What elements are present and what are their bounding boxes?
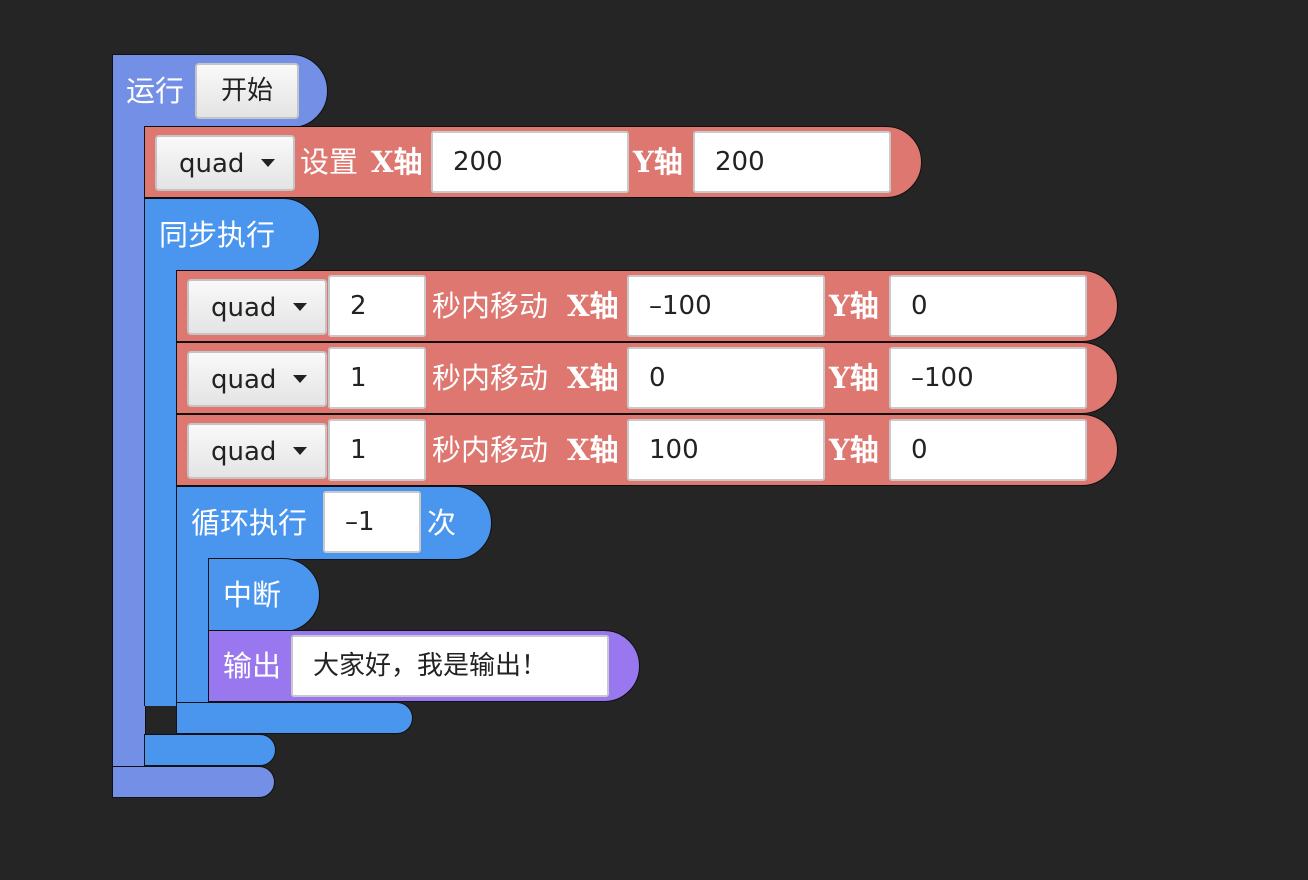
chevron-down-icon <box>261 159 275 167</box>
break-label: 中断 <box>223 578 282 612</box>
sprite-dropdown-value: quad <box>211 293 277 323</box>
loop-block-end <box>176 702 413 734</box>
x-value-input[interactable]: 100 <box>627 419 825 481</box>
parallel-block-end <box>144 734 276 766</box>
x-axis-label: X轴 <box>567 433 619 467</box>
sprite-dropdown[interactable]: quad <box>187 351 327 407</box>
loop-block-rail <box>176 558 210 704</box>
chevron-down-icon <box>293 303 307 311</box>
output-label: 输出 <box>223 649 282 683</box>
sprite-dropdown[interactable]: quad <box>187 279 327 335</box>
set-position-block[interactable]: quad 设置 X轴 200 Y轴 200 <box>144 126 922 198</box>
x-axis-label: X轴 <box>371 145 423 179</box>
x-axis-label: X轴 <box>567 361 619 395</box>
chevron-down-icon <box>293 447 307 455</box>
move-block[interactable]: quad 1 秒内移动 X轴 0 Y轴 –100 <box>176 342 1118 414</box>
break-block[interactable]: 中断 <box>208 558 320 632</box>
run-block-end <box>112 766 275 798</box>
y-value-input[interactable]: 0 <box>889 419 1087 481</box>
output-text-input[interactable]: 大家好，我是输出！ <box>291 635 609 697</box>
loop-count-input[interactable]: –1 <box>323 491 421 553</box>
chevron-down-icon <box>293 375 307 383</box>
parallel-block[interactable]: 同步执行 <box>144 198 320 272</box>
parallel-label: 同步执行 <box>159 218 276 252</box>
sprite-dropdown-value: quad <box>211 365 277 395</box>
set-label: 设置 <box>300 145 359 179</box>
loop-suffix-label: 次 <box>427 506 457 540</box>
move-label: 秒内移动 <box>432 289 549 323</box>
move-block[interactable]: quad 2 秒内移动 X轴 –100 Y轴 0 <box>176 270 1118 342</box>
y-axis-label: Y轴 <box>633 145 683 179</box>
y-axis-label: Y轴 <box>829 289 879 323</box>
run-label: 运行 <box>126 74 185 108</box>
y-value-input[interactable]: 0 <box>889 275 1087 337</box>
run-block-rail <box>112 126 146 768</box>
move-label: 秒内移动 <box>432 433 549 467</box>
x-axis-label: X轴 <box>567 289 619 323</box>
sprite-dropdown[interactable]: quad <box>155 135 295 191</box>
y-value-input[interactable]: 200 <box>693 131 891 193</box>
x-value-input[interactable]: –100 <box>627 275 825 337</box>
x-value-input[interactable]: 200 <box>431 131 629 193</box>
seconds-input[interactable]: 1 <box>328 347 426 409</box>
seconds-input[interactable]: 1 <box>328 419 426 481</box>
move-block[interactable]: quad 1 秒内移动 X轴 100 Y轴 0 <box>176 414 1118 486</box>
y-value-input[interactable]: –100 <box>889 347 1087 409</box>
sprite-dropdown-value: quad <box>211 437 277 467</box>
output-block[interactable]: 输出 大家好，我是输出！ <box>208 630 640 702</box>
workspace: 运行 开始 quad 设置 X轴 200 Y轴 200 同步执行 quad 2 … <box>0 0 1308 880</box>
sprite-dropdown-value: quad <box>179 149 245 179</box>
move-label: 秒内移动 <box>432 361 549 395</box>
loop-block[interactable]: 循环执行 –1 次 <box>176 486 492 560</box>
sprite-dropdown[interactable]: quad <box>187 423 327 479</box>
loop-label: 循环执行 <box>191 506 308 540</box>
y-axis-label: Y轴 <box>829 433 879 467</box>
y-axis-label: Y轴 <box>829 361 879 395</box>
start-button[interactable]: 开始 <box>195 63 299 119</box>
parallel-block-rail <box>144 270 178 706</box>
run-block[interactable]: 运行 开始 <box>112 54 328 128</box>
x-value-input[interactable]: 0 <box>627 347 825 409</box>
seconds-input[interactable]: 2 <box>328 275 426 337</box>
